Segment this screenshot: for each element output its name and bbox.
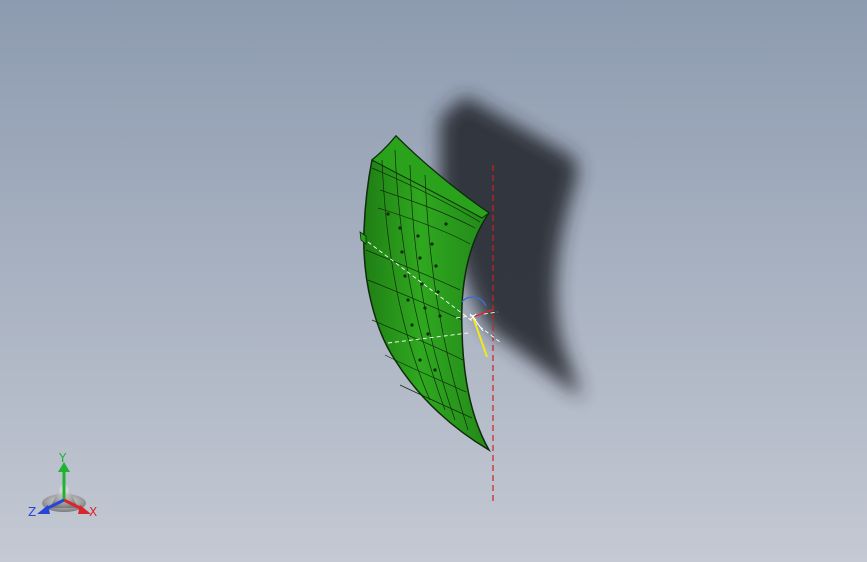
triad-x-label: X [89,505,97,519]
graphics-viewport[interactable]: Y X Z [0,0,867,562]
triad-z-label: Z [28,505,36,519]
triad-y-label: Y [58,451,67,465]
scene-canvas[interactable]: Y X Z [0,0,867,562]
